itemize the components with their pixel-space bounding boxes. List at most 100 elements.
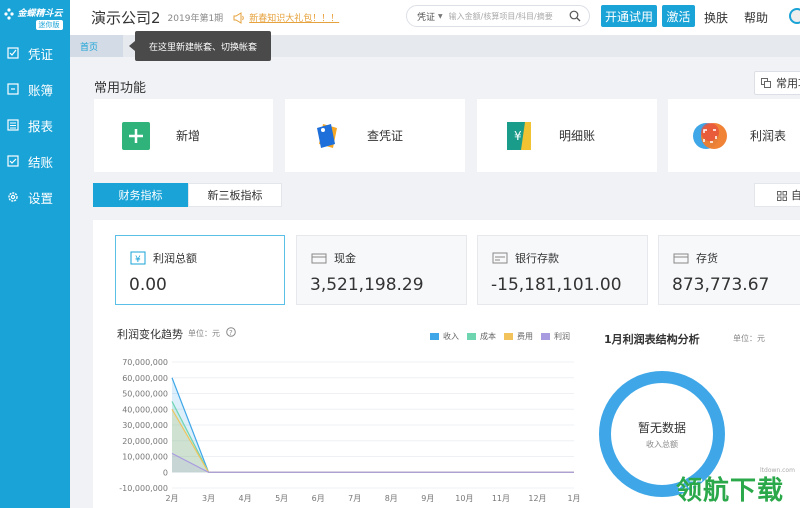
ledger-icon	[7, 83, 19, 95]
gear-icon	[7, 191, 19, 203]
legend-label: 利润	[554, 332, 570, 341]
chart-legend: 收入 成本 费用 利润	[430, 331, 578, 342]
func-card-query-voucher[interactable]: 查凭证	[285, 99, 465, 172]
help-link[interactable]: 帮助	[744, 9, 768, 26]
trend-chart-unit: 单位：元	[188, 329, 220, 338]
customize-label: 自	[791, 189, 800, 202]
sidebar-item-label: 设置	[28, 190, 54, 206]
logo-icon	[4, 8, 14, 20]
func-label: 明细账	[559, 129, 596, 143]
profit-icon: ¥	[130, 251, 146, 265]
skin-link[interactable]: 换肤	[704, 9, 728, 26]
search-box: 凭证 ▼	[406, 5, 590, 27]
func-card-add[interactable]: 新增	[94, 99, 273, 172]
x-tick-label: 8月	[385, 494, 398, 503]
legend-label: 费用	[517, 332, 533, 341]
kpi-card-inventory[interactable]: 存货 873,773.67	[658, 235, 800, 305]
svg-text:¥: ¥	[514, 129, 522, 143]
promo-link[interactable]: 新春知识大礼包！！！	[249, 11, 339, 24]
legend-swatch	[467, 333, 476, 340]
y-tick-label: 0	[163, 468, 168, 477]
section-title-common: 常用功能	[94, 81, 147, 96]
sidebar-item-ledger[interactable]: 账簿	[0, 71, 70, 107]
y-tick-label: 30,000,000	[122, 421, 168, 430]
kpi-value: -15,181,101.00	[491, 275, 622, 295]
x-tick-label: 6月	[312, 494, 325, 503]
copy-icon	[761, 78, 771, 88]
y-tick-label: 60,000,000	[122, 374, 168, 383]
top-header: 演示公司2 2019年第1期 新春知识大礼包！！！ 凭证 ▼ 开通试用 激活 换…	[70, 0, 800, 35]
x-tick-label: 5月	[275, 494, 288, 503]
svg-text:¥: ¥	[135, 255, 141, 265]
legend-item[interactable]: 费用	[504, 331, 533, 342]
x-tick-label: 9月	[421, 494, 434, 503]
help-icon[interactable]: ?	[226, 327, 236, 337]
kpi-value: 873,773.67	[672, 275, 770, 295]
kpi-value: 0.00	[129, 275, 167, 295]
sidebar-item-report[interactable]: 报表	[0, 107, 70, 143]
watermark: 领航下载	[676, 476, 785, 506]
sidebar-item-voucher[interactable]: 凭证	[0, 35, 70, 71]
sidebar-item-label: 凭证	[28, 46, 54, 62]
trend-chart-title: 利润变化趋势	[117, 328, 183, 341]
empty-state-text: 暂无数据	[637, 420, 686, 435]
logo: 金蝶精斗云 迷你版	[0, 0, 70, 35]
inventory-icon	[673, 253, 689, 264]
caret-down-icon[interactable]: ▼	[438, 13, 443, 20]
avatar[interactable]	[789, 8, 800, 24]
company-switcher[interactable]: 演示公司2	[91, 7, 161, 28]
common-functions-button[interactable]: 常用功	[754, 71, 800, 95]
sidebar-item-label: 账簿	[28, 82, 54, 98]
y-tick-label: 10,000,000	[122, 453, 168, 462]
kpi-label: 银行存款	[515, 252, 559, 265]
x-tick-label: 3月	[202, 494, 215, 503]
structure-chart-unit: 单位：元	[733, 334, 765, 343]
kpi-card-cash[interactable]: 现金 3,521,198.29	[296, 235, 467, 305]
logo-text: 金蝶精斗云	[17, 8, 63, 19]
kpi-card-total-profit[interactable]: ¥ 利润总额 0.00	[115, 235, 285, 305]
detail-ledger-icon: ¥	[507, 121, 531, 150]
customize-button[interactable]: 自	[754, 183, 800, 207]
trial-button[interactable]: 开通试用	[601, 5, 657, 27]
legend-item[interactable]: 利润	[541, 331, 570, 342]
voucher-icon	[7, 47, 19, 59]
edition-badge: 迷你版	[35, 19, 63, 30]
legend-item[interactable]: 收入	[430, 331, 459, 342]
search-type-select[interactable]: 凭证	[417, 10, 435, 23]
voucher-tags-icon	[317, 123, 337, 148]
tab-neeq-metrics[interactable]: 新三板指标	[188, 183, 282, 207]
sidebar-item-settings[interactable]: 设置	[0, 179, 70, 215]
x-tick-label: 1月	[567, 494, 580, 503]
common-functions-label: 常用功	[776, 77, 800, 90]
donut-sub-label: 收入总额	[646, 439, 678, 449]
bank-card-icon	[492, 252, 508, 264]
series-line[interactable]	[171, 401, 574, 473]
func-card-profit-statement[interactable]: 利润表	[668, 99, 800, 172]
activate-button[interactable]: 激活	[662, 5, 695, 27]
sidebar-item-checkout[interactable]: 结账	[0, 143, 70, 179]
search-input[interactable]	[448, 11, 567, 21]
tab-home[interactable]: 首页	[70, 35, 123, 57]
grid-icon	[777, 191, 787, 201]
cash-icon	[311, 253, 327, 264]
series-area	[172, 401, 574, 473]
kpi-label: 存货	[696, 252, 718, 265]
y-tick-label: 50,000,000	[122, 390, 168, 399]
profit-statement-icon	[693, 122, 727, 149]
x-tick-label: 4月	[239, 494, 252, 503]
x-tick-label: 12月	[528, 494, 546, 503]
legend-item[interactable]: 成本	[467, 331, 496, 342]
y-tick-label: -10,000,000	[119, 484, 168, 493]
func-label: 利润表	[750, 129, 787, 143]
x-tick-label: 2月	[165, 494, 178, 503]
search-icon[interactable]	[569, 10, 581, 22]
report-icon	[7, 119, 19, 131]
profit-trend-chart: -10,000,000 0 10,000,000 20,000,000 30,000,0…	[119, 358, 580, 503]
tab-financial-metrics[interactable]: 财务指标	[93, 183, 188, 207]
func-label: 新增	[176, 129, 201, 143]
structure-chart-title: 1月利润表结构分析	[604, 333, 700, 346]
kpi-card-bank-deposit[interactable]: 银行存款 -15,181,101.00	[477, 235, 648, 305]
func-card-detail-ledger[interactable]: ¥ 明细账	[477, 99, 657, 172]
y-tick-label: 40,000,000	[122, 405, 168, 414]
legend-swatch	[430, 333, 439, 340]
